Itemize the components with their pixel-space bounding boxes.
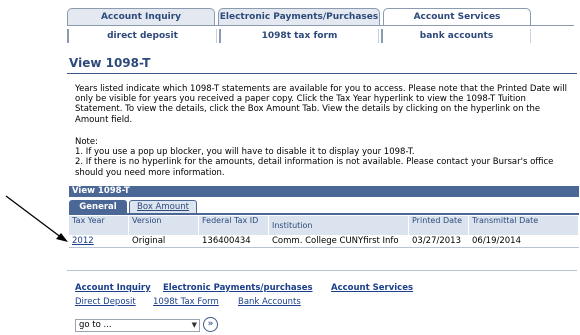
go-button[interactable]: » [203, 317, 218, 332]
footer-rule [67, 270, 577, 271]
goto-select[interactable]: go to ... ▼ [75, 319, 200, 332]
footer-link-bank-accounts[interactable]: Bank Accounts [238, 297, 301, 307]
footer-link-electronic-payments[interactable]: Electronic Payments/purchases [163, 283, 313, 293]
chevron-down-icon: ▼ [191, 321, 197, 329]
footer-link-account-services[interactable]: Account Services [331, 283, 413, 293]
footer-link-direct-deposit[interactable]: Direct Deposit [75, 297, 136, 307]
footer-link-account-inquiry[interactable]: Account Inquiry [75, 283, 151, 293]
goto-selected-value: go to ... [79, 320, 112, 330]
footer-link-1098t-tax-form[interactable]: 1098t Tax Form [153, 297, 219, 307]
